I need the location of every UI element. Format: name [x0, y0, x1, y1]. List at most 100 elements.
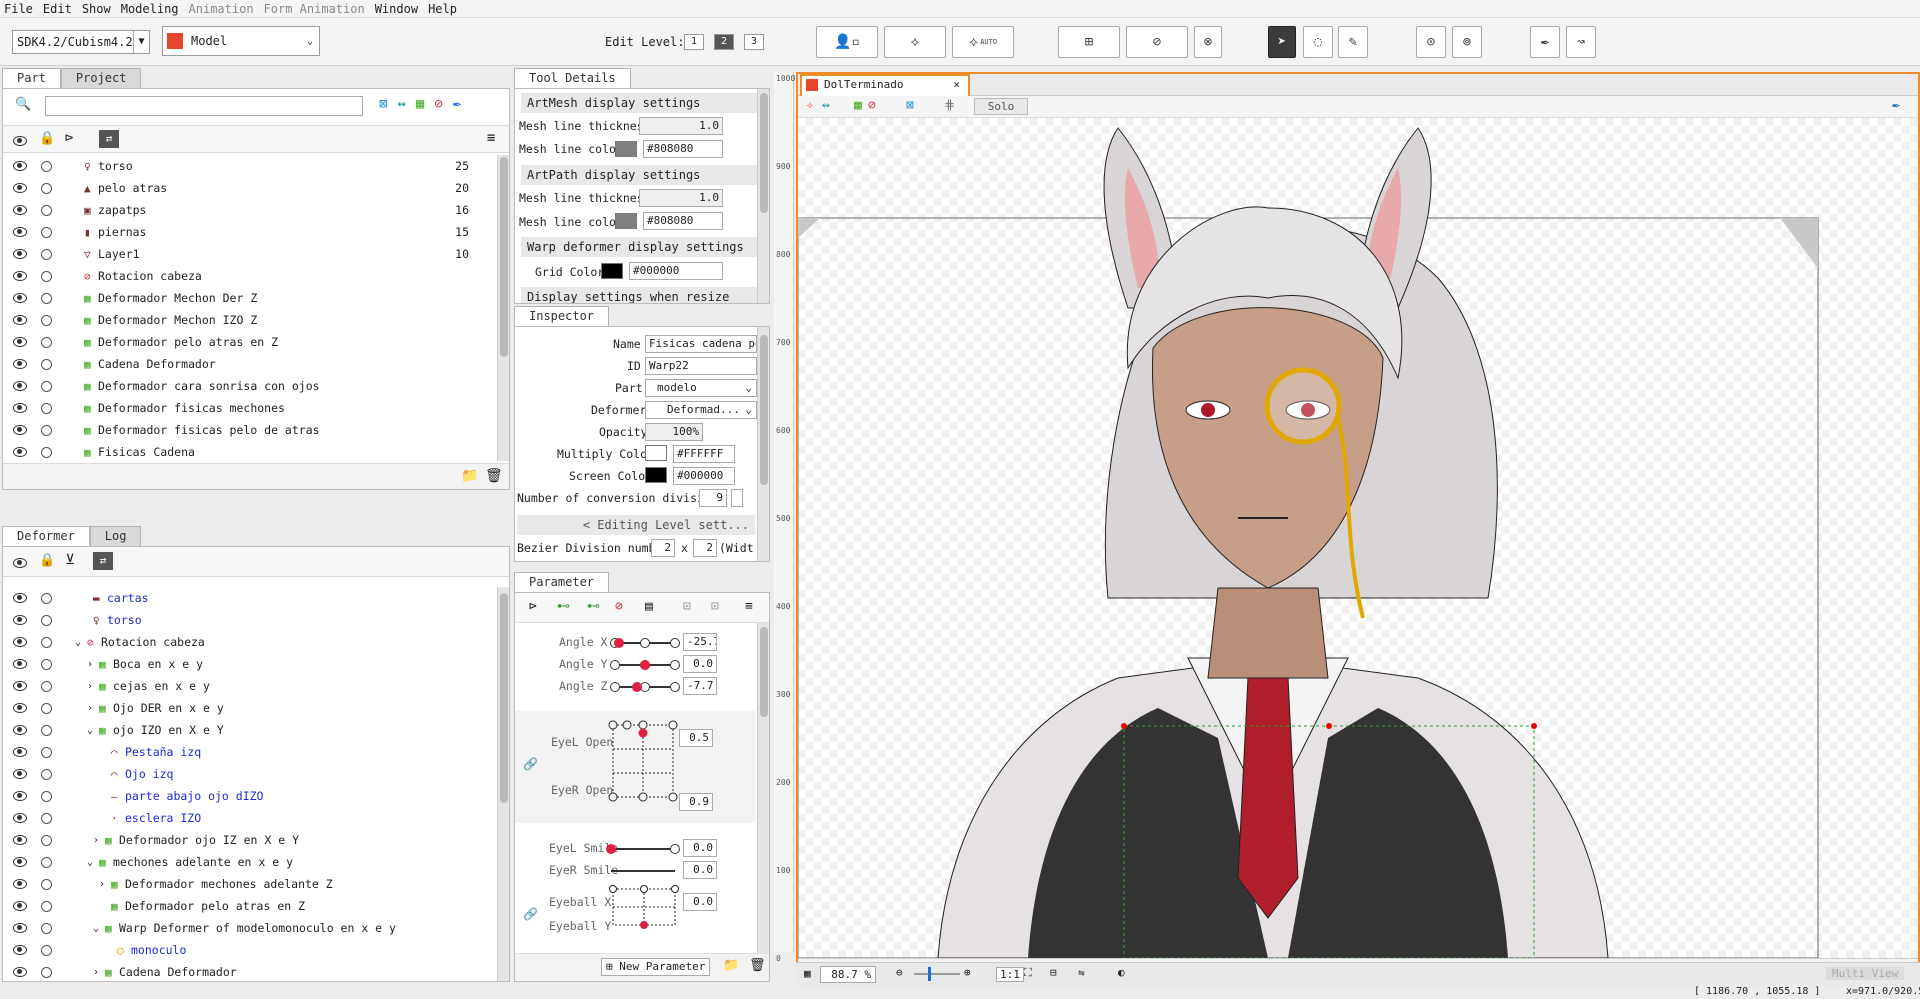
deformer-list-item[interactable]: · esclera IZO	[3, 807, 497, 829]
grid-view-icon[interactable]: ⋕	[944, 98, 955, 113]
eye-icon[interactable]	[13, 637, 27, 647]
eye-icon[interactable]	[13, 558, 27, 568]
eyer-open-value[interactable]: 0.9	[679, 793, 713, 811]
scroll-thumb[interactable]	[760, 335, 768, 485]
pen-tool-button[interactable]: ✒	[1530, 26, 1560, 58]
pin-tool-button[interactable]: ⊙	[1416, 26, 1446, 58]
menu-window[interactable]: Window	[375, 2, 418, 16]
deformer-list-item[interactable]: — parte abajo ojo dIZO	[3, 785, 497, 807]
zoom-out-icon[interactable]: ⊖	[896, 966, 903, 979]
auto-mesh-button[interactable]: ⟡ AUTO	[952, 26, 1014, 58]
path-filter-icon[interactable]: ↭	[397, 96, 405, 112]
rotation-filter-icon[interactable]: ⊘	[434, 96, 442, 112]
eye-icon[interactable]	[13, 293, 27, 303]
rotation-view-icon[interactable]: ⊘	[868, 98, 876, 113]
scroll-thumb[interactable]	[760, 93, 768, 213]
deformer-list-item[interactable]: ▬ cartas	[3, 587, 497, 609]
lock-toggle[interactable]	[41, 658, 52, 670]
deformer-list-item[interactable]: ♀ torso	[3, 609, 497, 631]
deformer-select[interactable]: Deformad... ⌄	[645, 401, 757, 419]
deformer-list-item[interactable]: ⌄ ▦ ojo IZO en X e Y	[3, 719, 497, 741]
part-list-item[interactable]: ▦ Deformador fisicas pelo de atras	[3, 419, 497, 441]
chevron-circle-icon[interactable]: ⊻	[65, 552, 75, 568]
parameter-value[interactable]: -25.7	[683, 633, 717, 651]
eye-icon[interactable]	[13, 593, 27, 603]
eye-icon[interactable]	[13, 791, 27, 801]
lock-toggle[interactable]	[41, 292, 52, 304]
eye-icon[interactable]	[13, 879, 27, 889]
eye-icon[interactable]	[13, 703, 27, 713]
artmesh-view-icon[interactable]: ✧	[806, 98, 814, 113]
deformer-list-item[interactable]: › ▦ Deformador ojo IZ en X e Y	[3, 829, 497, 851]
parameter-slider[interactable]	[610, 660, 680, 670]
lock-toggle[interactable]	[41, 380, 52, 392]
view-mode-icon[interactable]: ◐	[1118, 966, 1125, 979]
lock-toggle[interactable]	[41, 424, 52, 436]
key-add-icon[interactable]: ⊷	[557, 599, 570, 614]
brush-select-button[interactable]: ✎	[1338, 26, 1368, 58]
deformer-list-item[interactable]: ⌄ ⊘ Rotacion cabeza	[3, 631, 497, 653]
menu-help[interactable]: Help	[428, 2, 457, 16]
eye-icon[interactable]	[13, 835, 27, 845]
lock-toggle[interactable]	[41, 336, 52, 348]
sdk-select[interactable]: SDK4.2/Cubism4.2 ▼	[12, 30, 150, 54]
arrow-select-button[interactable]: ➤	[1268, 26, 1296, 58]
screen-color-swatch[interactable]	[645, 467, 667, 483]
eye-icon[interactable]	[13, 769, 27, 779]
edit-level-1[interactable]: 1	[684, 34, 704, 50]
lock-toggle[interactable]	[41, 856, 52, 868]
expand-chevron-icon[interactable]: ›	[93, 967, 99, 978]
eye-icon[interactable]	[13, 249, 27, 259]
slider-knob[interactable]	[614, 638, 625, 648]
lock-toggle[interactable]	[41, 358, 52, 370]
key-add3-icon[interactable]: ⊷	[587, 599, 600, 614]
path-color-field[interactable]: #808080	[643, 212, 723, 230]
grid-color-swatch[interactable]	[601, 263, 623, 279]
trash-icon[interactable]: 🗑	[749, 958, 766, 973]
multiply-color-swatch[interactable]	[645, 445, 667, 461]
part-list-item[interactable]: ▦ Deformador Mechon Der Z	[3, 287, 497, 309]
fit-width-icon[interactable]: ⊟	[1050, 966, 1057, 979]
lock-toggle[interactable]	[41, 702, 52, 714]
zoom-slider-thumb[interactable]	[928, 967, 931, 981]
parameter-slider[interactable]	[610, 682, 680, 692]
deformer-list-item[interactable]: › ▦ Cadena Deformador	[3, 961, 497, 981]
lock-toggle[interactable]	[41, 944, 52, 956]
eyer-smile-value[interactable]: 0.0	[683, 861, 717, 879]
eyeball-2d-grid[interactable]	[609, 885, 679, 929]
eyer-smile-slider[interactable]	[611, 870, 675, 872]
multiply-color-field[interactable]: #FFFFFF	[673, 445, 735, 463]
eye-icon[interactable]	[13, 271, 27, 281]
lock-toggle[interactable]	[41, 724, 52, 736]
warp-grid-button[interactable]: ⊞	[1058, 26, 1120, 58]
eye-icon[interactable]	[13, 136, 27, 146]
menu-show[interactable]: Show	[82, 2, 111, 16]
expand-chevron-icon[interactable]: ⌄	[87, 725, 93, 736]
close-icon[interactable]: ×	[953, 76, 960, 94]
scroll-thumb[interactable]	[500, 157, 508, 357]
deformer-list-item[interactable]: ⌒ Pestaña izq	[3, 741, 497, 763]
eye-icon[interactable]	[13, 205, 27, 215]
inspector-scrollbar[interactable]	[757, 327, 769, 561]
eyel-smile-value[interactable]: 0.0	[683, 839, 717, 857]
folder-icon[interactable]: 📁	[461, 468, 478, 484]
eye-icon[interactable]	[13, 615, 27, 625]
deformer-list-item[interactable]: › ▦ Boca en x e y	[3, 653, 497, 675]
eye-icon[interactable]	[13, 183, 27, 193]
mesh-color-swatch[interactable]	[615, 141, 637, 157]
part-list-item[interactable]: ▦ Cadena Deformador	[3, 353, 497, 375]
lock-toggle[interactable]	[41, 746, 52, 758]
lock-toggle[interactable]	[41, 636, 52, 648]
scroll-thumb[interactable]	[760, 627, 768, 717]
menu-edit[interactable]: Edit	[43, 2, 72, 16]
lock-toggle[interactable]	[41, 900, 52, 912]
eye-icon[interactable]	[13, 315, 27, 325]
swap-icon[interactable]: ⇄	[99, 130, 119, 148]
eye-icon[interactable]	[13, 967, 27, 977]
eye-icon[interactable]	[13, 813, 27, 823]
lock-icon[interactable]: 🔒	[39, 553, 55, 568]
expand-chevron-icon[interactable]: ›	[87, 681, 93, 692]
tab-parameter[interactable]: Parameter	[514, 572, 610, 592]
deformer-scrollbar[interactable]	[497, 587, 509, 981]
artmesh-filter-icon[interactable]: ⊠	[379, 96, 387, 112]
